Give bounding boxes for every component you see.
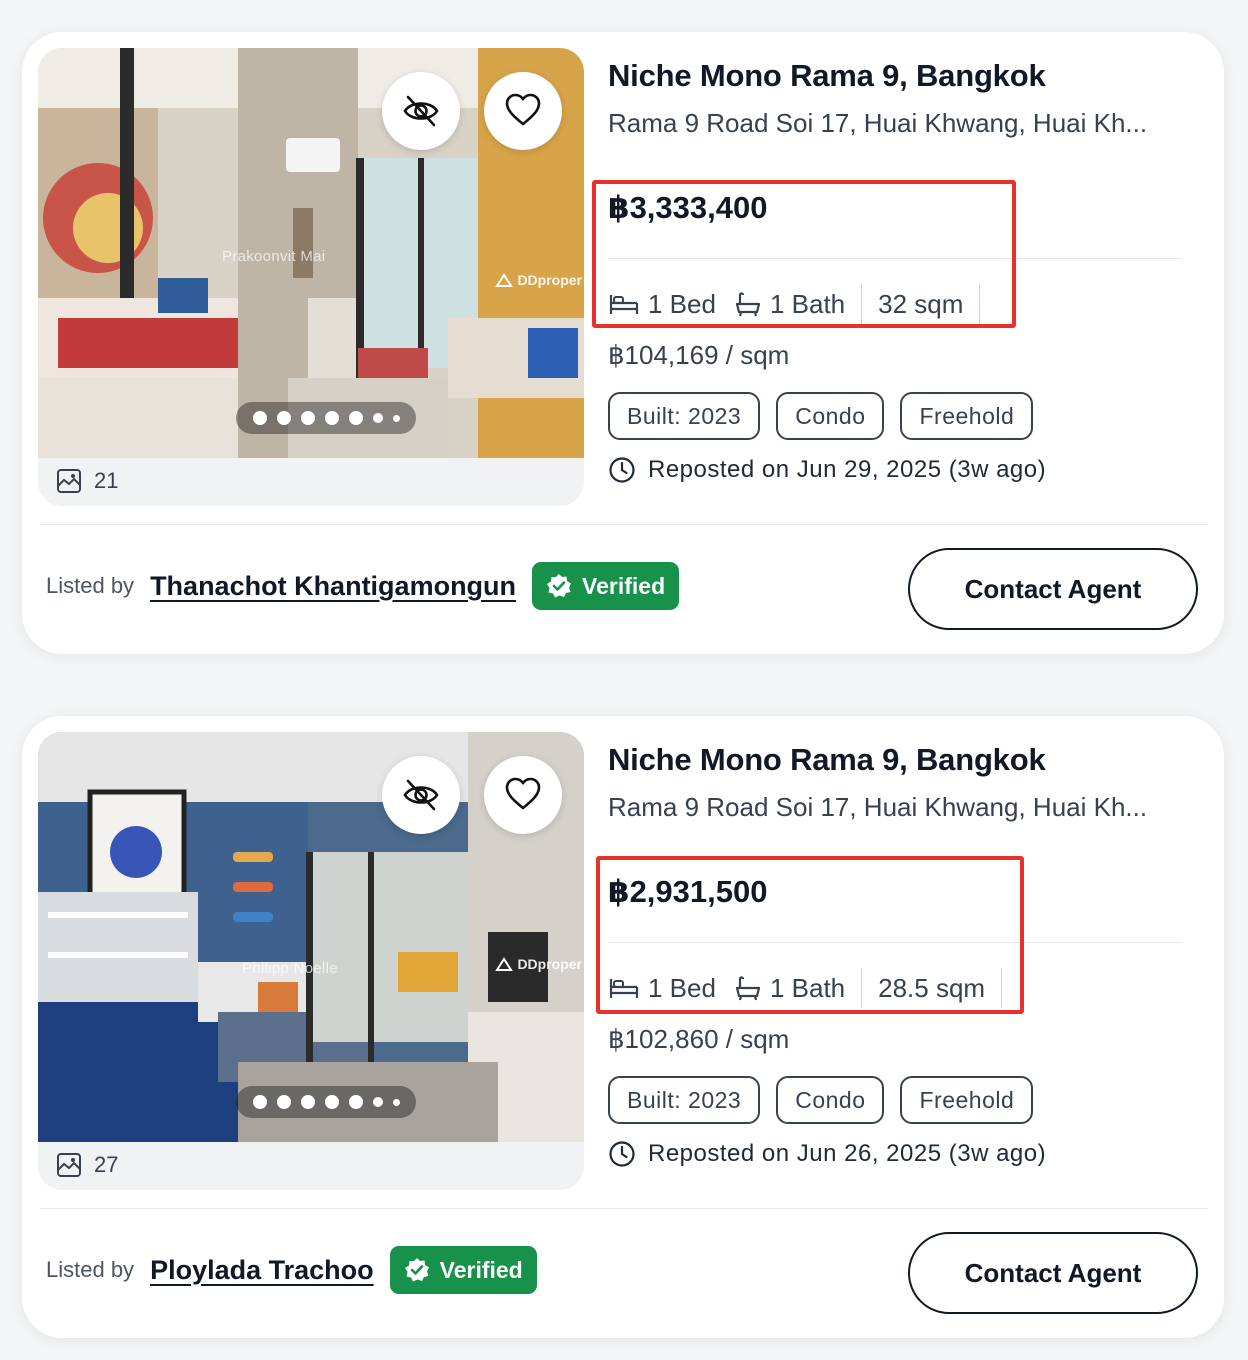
listing-tags: Built: 2023 Condo Freehold — [608, 1076, 1034, 1124]
photo-watermark: Philipp Noelle — [242, 960, 338, 977]
carousel-dot[interactable] — [348, 1095, 363, 1109]
gallery-icon — [57, 469, 81, 493]
agent-name-link[interactable]: Ploylada Trachoo — [150, 1255, 374, 1286]
listing-info: Niche Mono Rama 9, Bangkok Rama 9 Road S… — [596, 742, 1208, 1167]
verified-badge: Verified — [389, 1246, 537, 1294]
photo-actions — [382, 72, 562, 150]
favorite-button[interactable] — [484, 72, 562, 150]
clock-icon — [609, 1141, 635, 1167]
listing-tags: Built: 2023 Condo Freehold — [608, 392, 1034, 440]
listing-footer: Listed by Thanachot Khantigamongun Verif… — [46, 562, 680, 610]
repost-text: Reposted on Jun 26, 2025 (3w ago) — [648, 1140, 1047, 1167]
listing-title[interactable]: Niche Mono Rama 9, Bangkok — [608, 742, 1208, 778]
favorite-button[interactable] — [484, 756, 562, 834]
price-per-sqm: ฿104,169 / sqm — [608, 340, 790, 370]
tag-tenure: Freehold — [900, 1076, 1034, 1124]
carousel-dot[interactable] — [300, 1095, 315, 1109]
contact-agent-button[interactable]: Contact Agent — [908, 548, 1198, 630]
brand-logo-icon — [495, 273, 514, 287]
listed-by-label: Listed by — [46, 573, 135, 598]
repost-date: Reposted on Jun 29, 2025 (3w ago) — [608, 456, 1046, 484]
carousel-dot[interactable] — [252, 411, 267, 425]
listing-photo[interactable]: Philipp Noelle DDproper — [38, 732, 584, 1142]
photo-count-value: 27 — [94, 1152, 119, 1177]
hide-listing-button[interactable] — [382, 72, 460, 150]
listing-address: Rama 9 Road Soi 17, Huai Khwang, Huai Kh… — [608, 792, 1148, 822]
carousel-dot[interactable] — [348, 411, 363, 425]
carousel-dot[interactable] — [372, 413, 383, 423]
brand-logo-icon — [495, 957, 514, 971]
hide-listing-button[interactable] — [382, 756, 460, 834]
heart-icon — [505, 777, 541, 810]
photo-watermark: Prakoonvit Mai — [222, 248, 326, 265]
gallery-icon — [57, 1153, 81, 1177]
listing-card[interactable]: Philipp Noelle DDproper 27 Niche Mono Ra… — [22, 716, 1224, 1338]
listing-title[interactable]: Niche Mono Rama 9, Bangkok — [608, 58, 1208, 94]
tag-property-type: Condo — [776, 1076, 885, 1124]
listing-footer: Listed by Ploylada Trachoo Verified — [46, 1246, 537, 1294]
clock-icon — [609, 457, 635, 483]
photo-count-value: 21 — [94, 468, 119, 493]
contact-agent-button[interactable]: Contact Agent — [908, 1232, 1198, 1314]
repost-text: Reposted on Jun 29, 2025 (3w ago) — [648, 456, 1047, 483]
carousel-dot[interactable] — [324, 411, 339, 425]
verified-check-icon — [547, 574, 572, 598]
photo-count: 21 — [56, 468, 118, 494]
verified-check-icon — [404, 1258, 429, 1282]
repost-date: Reposted on Jun 26, 2025 (3w ago) — [608, 1140, 1046, 1168]
photo-brand-watermark: DDproper — [495, 956, 582, 972]
verified-label: Verified — [439, 1256, 523, 1283]
listed-by-label: Listed by — [46, 1257, 135, 1282]
tag-built: Built: 2023 — [608, 392, 761, 440]
hide-icon — [403, 779, 439, 811]
card-divider — [40, 524, 1208, 525]
highlight-box — [592, 180, 1016, 328]
listing-info: Niche Mono Rama 9, Bangkok Rama 9 Road S… — [592, 58, 1208, 483]
carousel-dots[interactable] — [236, 402, 416, 434]
listing-photo[interactable]: Prakoonvit Mai DDproper — [38, 48, 584, 458]
carousel-dot[interactable] — [252, 1095, 267, 1109]
tag-tenure: Freehold — [900, 392, 1034, 440]
highlight-box — [596, 856, 1024, 1014]
hide-icon — [403, 95, 439, 127]
carousel-dot[interactable] — [276, 1095, 291, 1109]
listing-media: Prakoonvit Mai DDproper 21 — [38, 48, 584, 506]
carousel-dot[interactable] — [324, 1095, 339, 1109]
agent-name-link[interactable]: Thanachot Khantigamongun — [150, 571, 516, 602]
photo-actions — [382, 756, 562, 834]
carousel-dots[interactable] — [236, 1086, 416, 1118]
listing-media: Philipp Noelle DDproper 27 — [38, 732, 584, 1190]
verified-badge: Verified — [532, 562, 680, 610]
photo-count: 27 — [56, 1152, 118, 1178]
tag-property-type: Condo — [776, 392, 885, 440]
listing-address: Rama 9 Road Soi 17, Huai Khwang, Huai Kh… — [608, 108, 1148, 138]
carousel-dot[interactable] — [372, 1097, 383, 1107]
card-divider — [40, 1208, 1208, 1209]
carousel-dot[interactable] — [392, 414, 400, 422]
price-per-sqm: ฿102,860 / sqm — [608, 1024, 790, 1054]
tag-built: Built: 2023 — [608, 1076, 761, 1124]
photo-brand-watermark: DDproper — [495, 272, 582, 288]
carousel-dot[interactable] — [276, 411, 291, 425]
listing-card[interactable]: Prakoonvit Mai DDproper 21 Niche Mono Ra… — [22, 32, 1224, 654]
heart-icon — [505, 93, 541, 126]
carousel-dot[interactable] — [300, 411, 315, 425]
carousel-dot[interactable] — [392, 1098, 400, 1106]
verified-label: Verified — [582, 572, 666, 599]
